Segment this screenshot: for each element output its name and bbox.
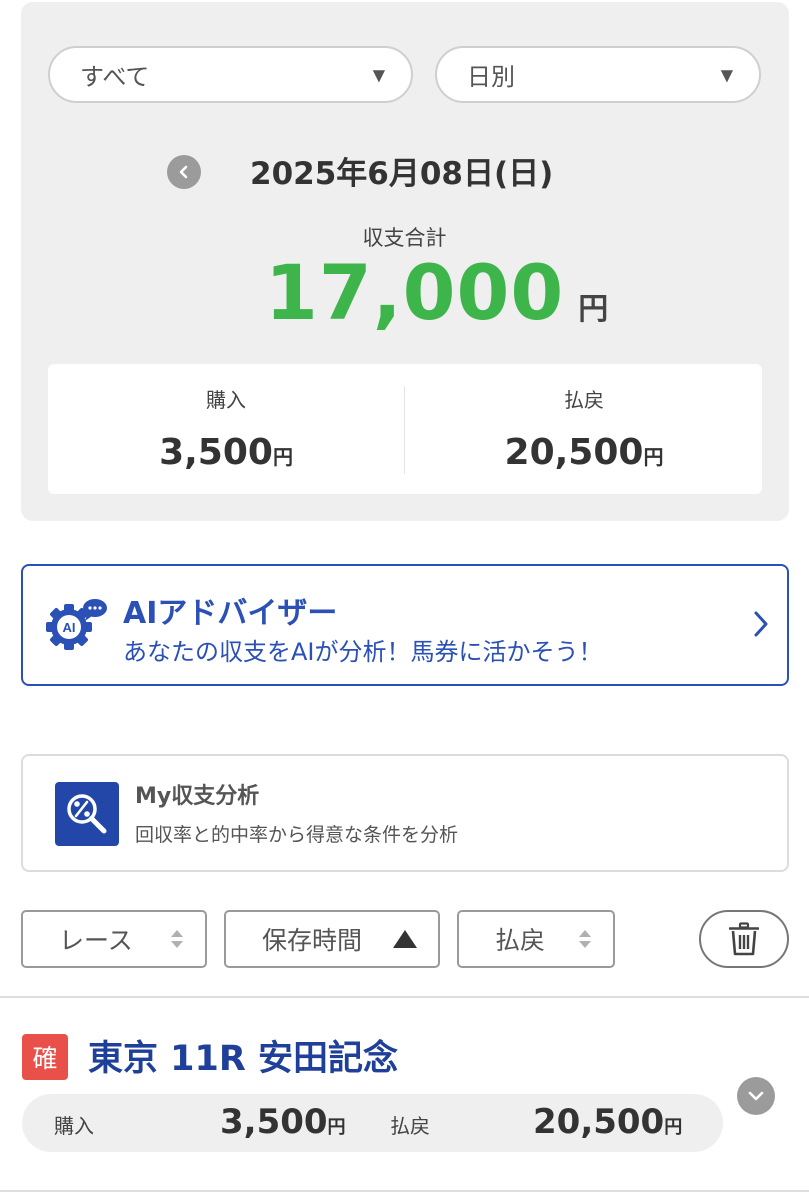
category-select-value: すべて: [80, 63, 150, 91]
current-date: 2025年6月08日(日): [250, 156, 554, 192]
stats-box: 購入 3,500円 払戻 20,500円: [48, 364, 762, 494]
race-payout-label: 払戻: [390, 1114, 430, 1138]
ai-icon-text: AI: [63, 620, 76, 635]
sort-race-label: レース: [59, 926, 133, 955]
list-divider: [0, 996, 809, 998]
trash-icon: [729, 922, 759, 956]
sort-updown-icon: [579, 930, 591, 948]
race-purchase-amount: 3,500: [220, 1102, 328, 1142]
stats-divider: [404, 386, 405, 474]
category-select[interactable]: すべて ▼: [48, 46, 413, 103]
race-purchase-value: 3,500円: [220, 1102, 346, 1142]
ai-gear-icon: AI: [46, 599, 107, 650]
total-row: 17,000 円: [265, 248, 608, 337]
chevron-down-icon: [748, 1091, 764, 1101]
purchase-label: 購入: [206, 388, 246, 412]
race-payout-unit: 円: [664, 1117, 683, 1138]
expand-race-button[interactable]: [737, 1077, 775, 1115]
race-summary-row: 購入 3,500円 払戻 20,500円: [22, 1094, 723, 1152]
race-payout-value: 20,500円: [533, 1102, 682, 1142]
sort-updown-icon: [171, 930, 183, 948]
sort-time-label: 保存時間: [262, 926, 363, 955]
purchase-amount: 3,500: [159, 432, 273, 473]
previous-date-button[interactable]: [167, 155, 201, 189]
total-amount: 17,000: [265, 248, 565, 337]
my-analysis-title: My収支分析: [135, 784, 260, 809]
purchase-unit: 円: [272, 445, 293, 469]
payout-value: 20,500円: [406, 432, 762, 473]
payout-label: 払戻: [564, 388, 604, 412]
sort-ascending-icon: [393, 930, 417, 948]
analysis-icon: [55, 782, 119, 846]
ai-advisor-banner[interactable]: AI AIアドバイザー あなたの収支をAIが分析！馬券に活かそう！: [21, 564, 789, 686]
sort-by-time-button[interactable]: 保存時間: [224, 910, 440, 968]
confirmed-badge: 確: [22, 1034, 68, 1080]
total-unit: 円: [578, 292, 609, 327]
period-select[interactable]: 日別 ▼: [435, 46, 761, 103]
my-analysis-card[interactable]: My収支分析 回収率と的中率から得意な条件を分析: [21, 754, 789, 872]
payout-unit: 円: [643, 445, 664, 469]
list-divider: [0, 1190, 809, 1192]
ai-advisor-description: あなたの収支をAIが分析！馬券に活かそう！: [123, 638, 603, 666]
payout-amount: 20,500: [504, 432, 644, 473]
chevron-right-icon: [754, 611, 768, 637]
magnifier-percent-icon: [67, 794, 107, 834]
period-select-value: 日別: [467, 63, 515, 91]
sort-payout-label: 払戻: [495, 926, 546, 955]
delete-button[interactable]: [699, 910, 789, 968]
chevron-left-icon: [179, 165, 188, 179]
purchase-value: 3,500円: [48, 432, 404, 473]
race-title[interactable]: 東京 11R 安田記念: [88, 1030, 398, 1081]
caret-down-icon: ▼: [372, 65, 385, 84]
caret-down-icon: ▼: [720, 65, 733, 84]
sort-by-payout-button[interactable]: 払戻: [457, 910, 615, 968]
race-payout-amount: 20,500: [533, 1102, 665, 1142]
my-analysis-description: 回収率と的中率から得意な条件を分析: [135, 824, 459, 846]
sort-by-race-button[interactable]: レース: [21, 910, 207, 968]
race-purchase-unit: 円: [327, 1117, 346, 1138]
purchase-stat: 購入 3,500円: [48, 364, 404, 494]
payout-stat: 払戻 20,500円: [406, 364, 762, 494]
ai-advisor-title: AIアドバイザー: [123, 596, 338, 631]
race-purchase-label: 購入: [54, 1114, 94, 1138]
